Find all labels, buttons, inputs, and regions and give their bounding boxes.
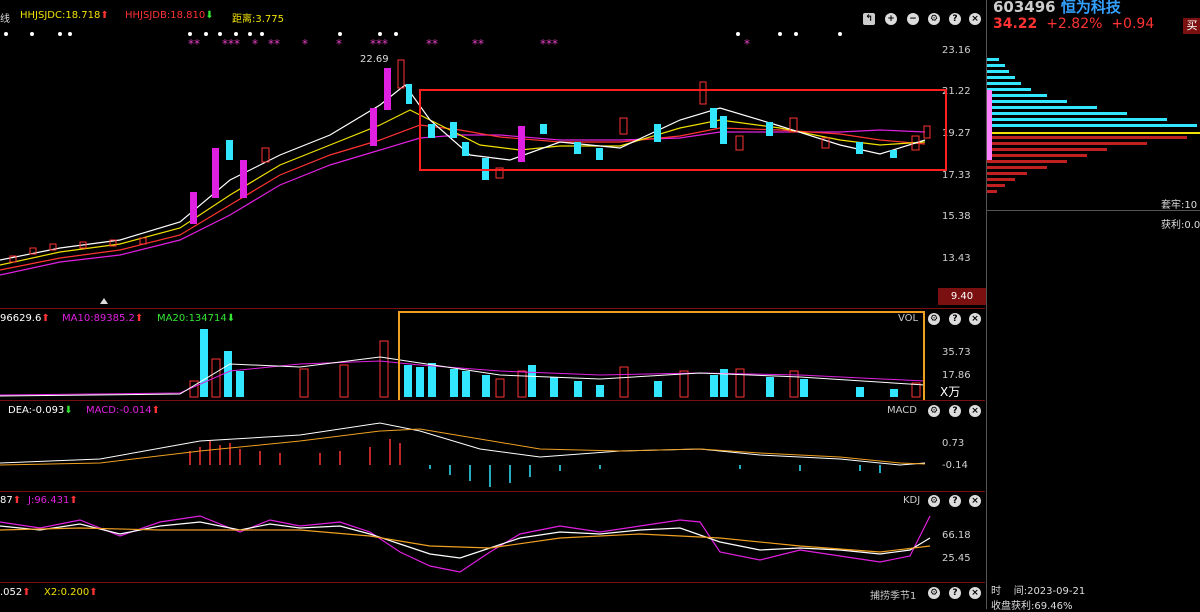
right-info-panel: 603496 恒为科技 34.22 +2.82% +0.94 买 套牢:10 获…	[986, 0, 1200, 612]
separator-bottom	[0, 582, 985, 583]
svg-text:**: **	[268, 37, 280, 51]
macd-chart	[0, 422, 926, 487]
svg-text:***: ***	[370, 37, 388, 51]
signal-stars: ** *** * ** * * *** ** ** *** *	[188, 37, 750, 51]
bottom-close-icon[interactable]: ×	[969, 587, 981, 599]
bottom-x2: X2:0.200⬆	[44, 587, 98, 598]
time-label: 时 间:2023-09-21	[991, 586, 1086, 597]
svg-text:**: **	[426, 37, 438, 51]
svg-text:*: *	[252, 37, 258, 51]
svg-text:*: *	[302, 37, 308, 51]
svg-text:**: **	[188, 37, 200, 51]
svg-text:*: *	[336, 37, 342, 51]
buy-button[interactable]: 买	[1183, 18, 1200, 34]
signal-dots	[4, 32, 842, 36]
highlight-frame-red	[419, 89, 947, 171]
svg-text:***: ***	[222, 37, 240, 51]
volume-chart	[0, 311, 926, 400]
chip-trapped-label: 套牢:10	[1161, 200, 1198, 211]
svg-text:***: ***	[540, 37, 558, 51]
kdj-chart	[0, 515, 931, 573]
bottom-panel-name: 捕捞季节1	[870, 591, 917, 602]
svg-text:**: **	[472, 37, 484, 51]
bottom-gear-icon[interactable]: ⚙	[928, 587, 940, 599]
close-profit-label: 收盘获利:69.46%	[991, 601, 1073, 612]
bottom-x1: .052⬆	[0, 587, 31, 598]
stock-header: 603496 恒为科技	[993, 0, 1121, 16]
bottom-help-icon[interactable]: ?	[949, 587, 961, 599]
stock-quote: 34.22 +2.82% +0.94	[993, 16, 1155, 32]
svg-text:*: *	[744, 37, 750, 51]
chip-profit-label: 获利:0.0	[1161, 220, 1200, 231]
chip-distribution	[987, 58, 1200, 193]
